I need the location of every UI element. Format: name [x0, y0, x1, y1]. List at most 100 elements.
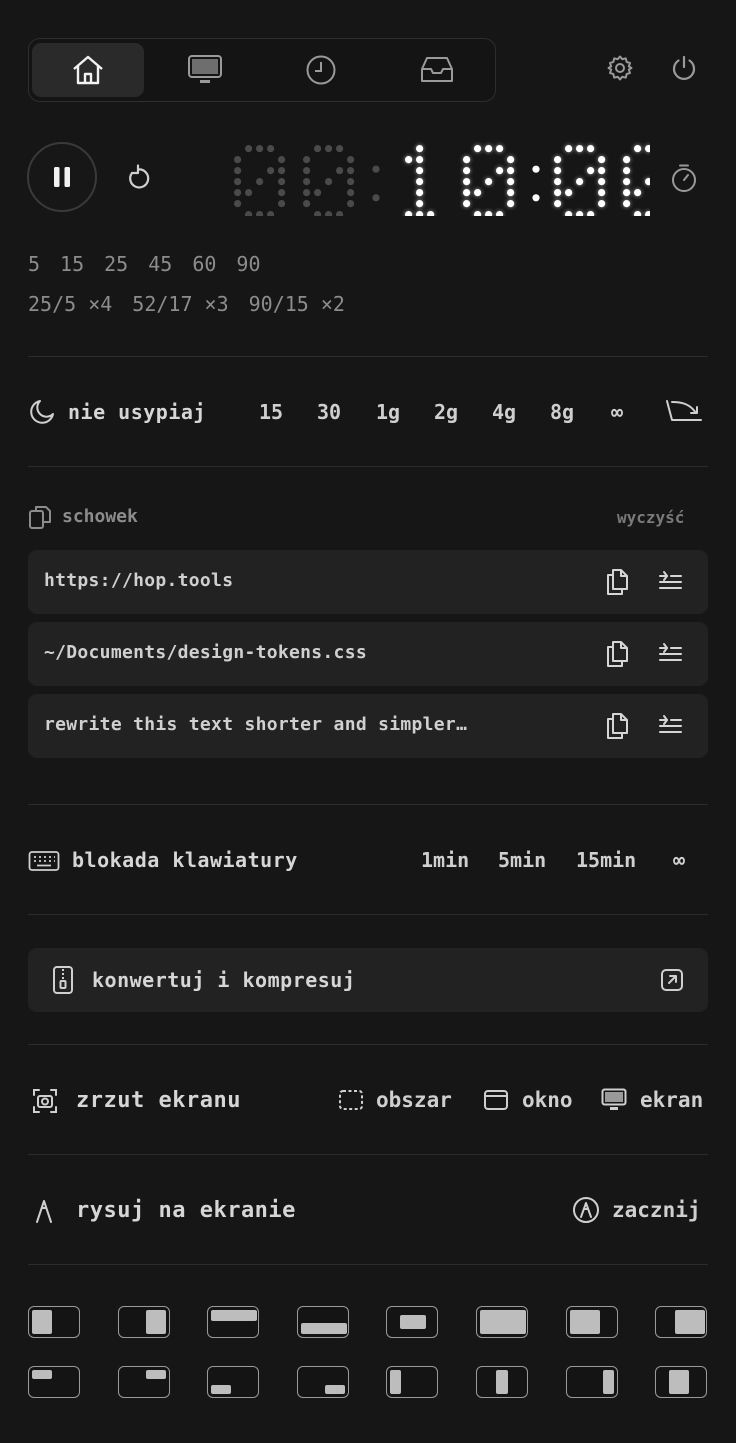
screenshot-screen-button[interactable]: ekran — [601, 1088, 703, 1112]
sleep-option-2g[interactable]: 2g — [434, 400, 458, 424]
timer-dot — [267, 145, 275, 153]
layout-left-half-button[interactable] — [28, 1306, 80, 1338]
preset-45[interactable]: 45 — [148, 252, 172, 276]
sleep-label: nie usypiaj — [68, 400, 206, 424]
layout-maximize-button[interactable] — [476, 1306, 528, 1338]
pause-button[interactable] — [27, 142, 97, 212]
sleep-schedule-icon[interactable] — [664, 398, 704, 426]
sleep-option-4g[interactable]: 4g — [492, 400, 516, 424]
draw-start-button[interactable]: zacznij — [572, 1196, 701, 1224]
keyboard-lock-5min[interactable]: 5min — [498, 848, 546, 872]
keyboard-lock-1min[interactable]: 1min — [421, 848, 469, 872]
timer-dot — [347, 167, 355, 175]
timer-dot — [598, 178, 606, 186]
timer-dot — [645, 145, 650, 153]
tab-inbox[interactable] — [381, 43, 493, 97]
stopwatch-button[interactable] — [670, 163, 698, 193]
keyboard-lock-15min[interactable]: 15min — [576, 848, 636, 872]
timer-dot — [336, 145, 344, 153]
layout-left-two-thirds-button[interactable] — [565, 1306, 618, 1338]
layout-center-small-button[interactable] — [386, 1306, 439, 1338]
layout-bottom-right-quarter-button[interactable] — [296, 1366, 349, 1398]
paste-as-text-icon[interactable] — [656, 567, 684, 597]
clipboard-item[interactable]: https://hop.tools — [28, 550, 708, 614]
inbox-icon — [421, 57, 453, 82]
timer-dot — [347, 200, 355, 208]
tab-display[interactable] — [149, 43, 261, 97]
preset-15[interactable]: 15 — [60, 252, 84, 276]
preset-5[interactable]: 5 — [28, 252, 40, 276]
timer-presets: 5 15 25 45 60 90 — [28, 252, 281, 276]
tab-home[interactable] — [32, 43, 144, 97]
divider — [28, 804, 708, 805]
screenshot-window-button[interactable]: okno — [483, 1088, 573, 1112]
timer-dot — [325, 145, 333, 153]
timer-dot — [587, 167, 595, 175]
divider — [28, 914, 708, 915]
clipboard-item-text: rewrite this text shorter and simpler… — [44, 714, 468, 735]
preset-25[interactable]: 25 — [104, 252, 128, 276]
screenshot-area-button[interactable]: obszar — [338, 1088, 452, 1112]
timer-dot — [303, 156, 311, 164]
tab-history[interactable] — [265, 43, 377, 97]
keyboard-lock-infinite[interactable]: ∞ — [673, 848, 685, 872]
timer-dot — [634, 145, 642, 153]
timer-dot — [645, 211, 650, 216]
timer-dot — [336, 211, 344, 216]
layout-right-half-button[interactable] — [117, 1306, 170, 1338]
clipboard-clear-button[interactable]: wyczyść — [617, 508, 684, 527]
copy-icon[interactable] — [604, 639, 632, 669]
timer-dot — [474, 211, 482, 216]
timer-dot — [554, 189, 562, 197]
timer-dot — [554, 156, 562, 164]
copy-icon[interactable] — [604, 567, 632, 597]
layout-fill — [145, 1310, 166, 1334]
layout-top-right-quarter-button[interactable] — [117, 1366, 170, 1398]
layout-center-two-thirds-button[interactable] — [655, 1366, 708, 1398]
sleep-option-8g[interactable]: 8g — [550, 400, 574, 424]
sleep-option-30[interactable]: 30 — [317, 400, 341, 424]
sleep-option-15[interactable]: 15 — [259, 400, 283, 424]
convert-compress-button[interactable]: konwertuj i kompresuj — [28, 948, 708, 1012]
sleep-option-1g[interactable]: 1g — [376, 400, 400, 424]
timer-dot — [256, 145, 264, 153]
layout-bottom-half-button[interactable] — [296, 1306, 349, 1338]
timer-dot — [485, 178, 493, 186]
paste-as-text-icon[interactable] — [656, 639, 684, 669]
timer-dot — [463, 200, 471, 208]
power-icon — [672, 55, 696, 80]
settings-button[interactable] — [604, 52, 636, 84]
cycle-52-17[interactable]: 52/17 ×3 — [132, 292, 228, 316]
layout-left-third-button[interactable] — [386, 1366, 439, 1398]
timer-dot — [314, 145, 322, 153]
preset-90[interactable]: 90 — [236, 252, 260, 276]
timer-digit — [623, 145, 650, 216]
layout-bottom-left-quarter-button[interactable] — [207, 1366, 260, 1398]
timer-dot — [565, 145, 573, 153]
clipboard-title: schowek — [62, 506, 138, 527]
clipboard-item[interactable]: rewrite this text shorter and simpler… — [28, 694, 708, 758]
layout-top-left-quarter-button[interactable] — [28, 1366, 80, 1398]
cycle-90-15[interactable]: 90/15 ×2 — [249, 292, 345, 316]
preset-60[interactable]: 60 — [192, 252, 216, 276]
layout-right-third-button[interactable] — [565, 1366, 618, 1398]
cycle-25-5[interactable]: 25/5 ×4 — [28, 292, 112, 316]
layout-center-third-button[interactable] — [476, 1366, 528, 1398]
layout-top-half-button[interactable] — [207, 1306, 260, 1338]
reset-timer-button[interactable] — [122, 162, 154, 194]
paste-as-text-icon[interactable] — [656, 711, 684, 741]
sleep-option-infinite[interactable]: ∞ — [611, 400, 623, 424]
layout-right-two-thirds-button[interactable] — [655, 1306, 708, 1338]
clipboard-item[interactable]: ~/Documents/design-tokens.css — [28, 622, 708, 686]
timer-dot — [325, 178, 333, 186]
layout-fill — [390, 1370, 402, 1394]
draw-label: rysuj na ekranie — [76, 1198, 296, 1223]
reset-icon — [129, 164, 150, 189]
timer-dot — [234, 156, 242, 164]
timer-dot — [416, 145, 424, 153]
timer-dot — [576, 211, 584, 216]
power-button[interactable] — [668, 52, 700, 84]
copy-icon[interactable] — [604, 711, 632, 741]
timer-dot — [336, 167, 344, 175]
layout-fill — [32, 1310, 52, 1334]
